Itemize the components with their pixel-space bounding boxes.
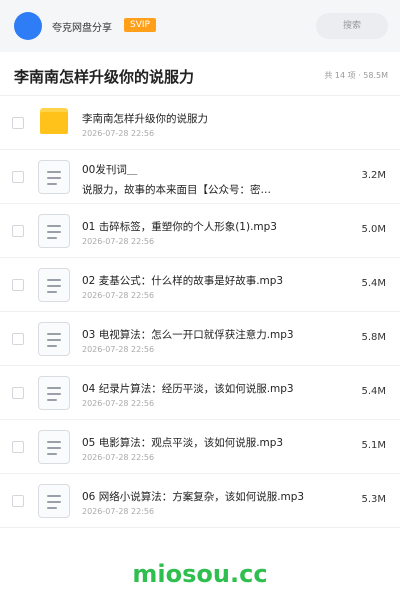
svip-badge[interactable]: SVIP <box>124 18 156 32</box>
list-item[interactable]: 04 纪录片算法：经历平淡，该如何说服.mp3 2026-07-28 22:56… <box>0 366 400 420</box>
list-item-folder[interactable]: 李南南怎样升级你的说服力 2026-07-28 22:56 <box>0 96 400 150</box>
file-icon <box>38 322 70 356</box>
folder-header: 李南南怎样升级你的说服力 共 14 项 · 58.5M <box>0 52 400 96</box>
item-checkbox[interactable] <box>12 117 24 129</box>
item-size: 5.4M <box>361 278 386 289</box>
item-size: 5.3M <box>361 494 386 505</box>
app-name: 夸克网盘分享 <box>52 23 112 34</box>
item-date: 2026-07-28 22:56 <box>82 237 155 246</box>
folder-icon <box>38 106 70 140</box>
item-size: 3.2M <box>361 170 386 181</box>
item-date: 2026-07-28 22:56 <box>82 399 155 408</box>
list-item[interactable]: 01 击碎标签，重塑你的个人形象(1).mp3 2026-07-28 22:56… <box>0 204 400 258</box>
item-checkbox[interactable] <box>12 333 24 345</box>
item-date: 2026-07-28 22:56 <box>82 345 155 354</box>
item-checkbox[interactable] <box>12 171 24 183</box>
file-icon <box>38 430 70 464</box>
folder-summary: 共 14 项 · 58.5M <box>324 71 388 80</box>
item-name: 06 网络小说算法：方案复杂，该如何说服.mp3 <box>82 491 305 503</box>
file-icon <box>38 268 70 302</box>
item-date: 2026-07-28 22:56 <box>82 507 155 516</box>
file-list: 李南南怎样升级你的说服力 2026-07-28 22:56 00发刊词＿ 说服力… <box>0 96 400 528</box>
item-size: 5.1M <box>361 440 386 451</box>
item-date: 2026-07-28 22:56 <box>82 453 155 462</box>
item-name: 04 纪录片算法：经历平淡，该如何说服.mp3 <box>82 383 294 395</box>
item-name: 05 电影算法：观点平淡，该如何说服.mp3 <box>82 437 284 449</box>
item-checkbox[interactable] <box>12 387 24 399</box>
item-name: 01 击碎标签，重塑你的个人形象(1).mp3 <box>82 221 277 233</box>
list-item[interactable]: 03 电视算法：怎么一开口就俘获注意力.mp3 2026-07-28 22:56… <box>0 312 400 366</box>
list-item[interactable]: 02 麦基公式：什么样的故事是好故事.mp3 2026-07-28 22:56 … <box>0 258 400 312</box>
item-checkbox[interactable] <box>12 279 24 291</box>
top-bar: 夸克网盘分享 SVIP 搜索 <box>0 0 400 52</box>
app-logo-icon[interactable] <box>14 12 42 40</box>
item-name: 02 麦基公式：什么样的故事是好故事.mp3 <box>82 275 284 287</box>
item-checkbox[interactable] <box>12 495 24 507</box>
list-item[interactable]: 06 网络小说算法：方案复杂，该如何说服.mp3 2026-07-28 22:5… <box>0 474 400 528</box>
item-checkbox[interactable] <box>12 225 24 237</box>
item-name: 00发刊词＿ <box>82 164 138 176</box>
list-item[interactable]: 05 电影算法：观点平淡，该如何说服.mp3 2026-07-28 22:56 … <box>0 420 400 474</box>
item-name: 李南南怎样升级你的说服力 <box>82 113 208 125</box>
item-name-continued: 说服力，故事的本来面目【公众号：密… <box>82 184 271 196</box>
item-size: 5.8M <box>361 332 386 343</box>
file-icon <box>38 214 70 248</box>
item-size: 5.4M <box>361 386 386 397</box>
item-date: 2026-07-28 22:56 <box>82 291 155 300</box>
watermark: miosou.cc <box>132 560 268 588</box>
item-name: 03 电视算法：怎么一开口就俘获注意力.mp3 <box>82 329 294 341</box>
item-date: 2026-07-28 22:56 <box>82 129 155 138</box>
page-title: 李南南怎样升级你的说服力 <box>14 68 195 86</box>
item-size: 5.0M <box>361 224 386 235</box>
file-icon <box>38 160 70 194</box>
file-icon <box>38 484 70 518</box>
file-icon <box>38 376 70 410</box>
item-checkbox[interactable] <box>12 441 24 453</box>
list-item[interactable]: 00发刊词＿ 说服力，故事的本来面目【公众号：密… 3.2M <box>0 150 400 204</box>
search-input[interactable]: 搜索 <box>316 13 388 39</box>
